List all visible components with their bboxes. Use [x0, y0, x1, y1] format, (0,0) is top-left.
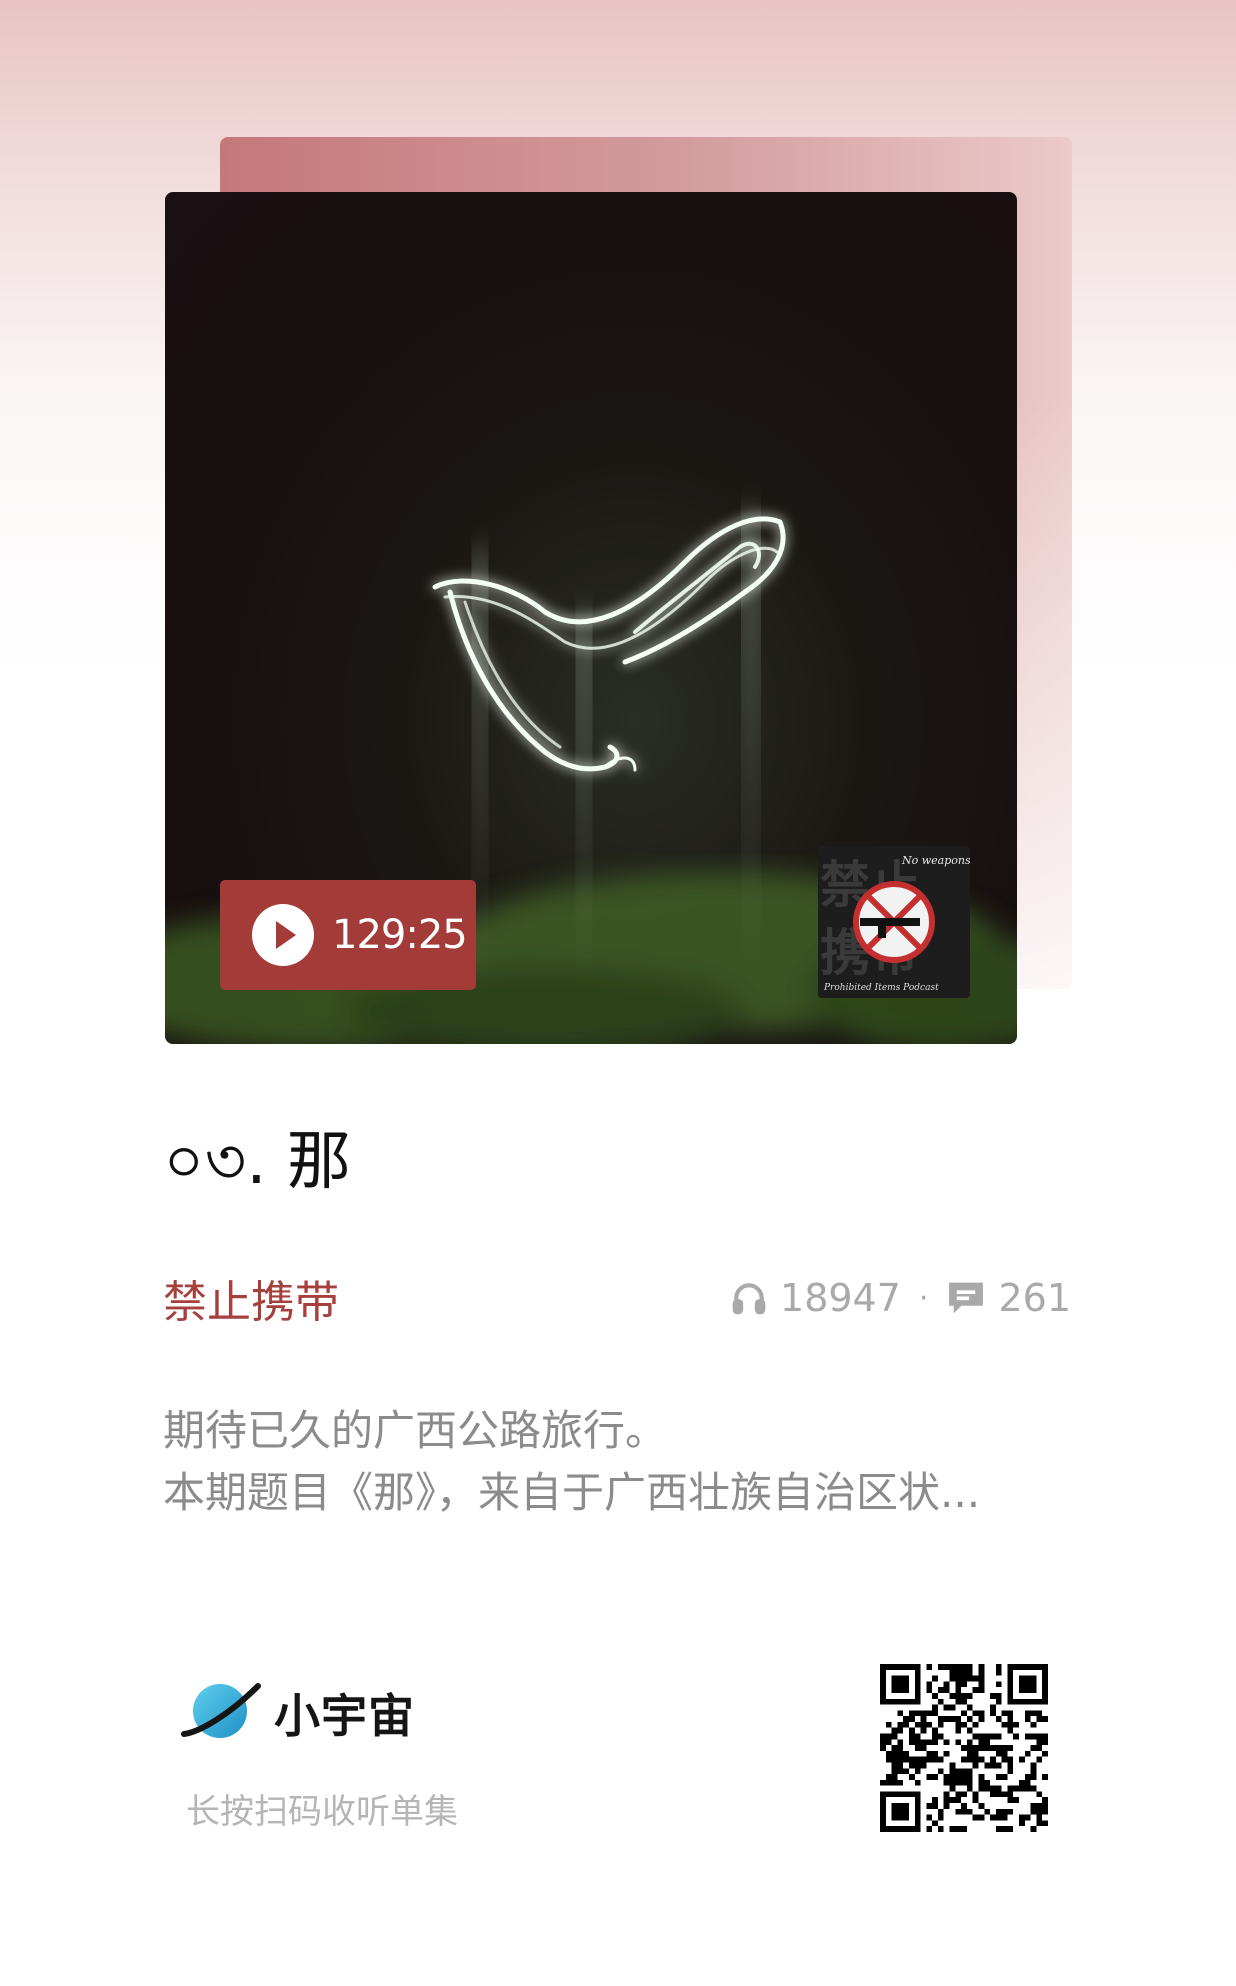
qr-code-icon — [880, 1664, 1048, 1832]
no-weapons-artwork: 禁止 携带 No weapons Prohibited Items Podcas… — [818, 846, 970, 998]
brand-name: 小宇宙 — [274, 1689, 415, 1743]
planet-logo-icon — [178, 1676, 264, 1750]
headphones-icon — [730, 1279, 768, 1317]
play-button[interactable]: 129:25 — [220, 880, 476, 990]
stats-separator: · — [918, 1280, 929, 1316]
listen-count: 18947 — [780, 1276, 901, 1320]
comment-count: 261 — [998, 1276, 1071, 1320]
podcast-cover-thumbnail: 禁止 携带 No weapons Prohibited Items Podcas… — [818, 846, 970, 998]
podcast-name-link[interactable]: 禁止携带 — [163, 1266, 339, 1330]
description-line: 期待已久的广西公路旅行。 — [163, 1406, 668, 1455]
svg-text:Prohibited Items Podcast: Prohibited Items Podcast — [823, 983, 939, 993]
brand-logo: 小宇宙 — [178, 1676, 415, 1750]
episode-stats: 18947 · 261 — [730, 1274, 1071, 1322]
svg-text:No weapons: No weapons — [901, 854, 970, 867]
comment-icon — [946, 1279, 986, 1317]
scan-hint: 长按扫码收听单集 — [186, 1792, 458, 1832]
episode-title: ০৩. 那 — [163, 1125, 351, 1199]
description-line: 本期题目《那》，来自于广西壮族自治区状... — [163, 1468, 981, 1517]
episode-qr-code[interactable] — [880, 1664, 1048, 1832]
play-icon — [252, 904, 314, 966]
episode-duration: 129:25 — [332, 912, 468, 958]
episode-description: 期待已久的广西公路旅行。 本期题目《那》，来自于广西壮族自治区状... — [163, 1400, 1073, 1524]
episode-cover[interactable]: 129:25 禁止 携带 No weapons Prohibited Items… — [165, 192, 1017, 1044]
